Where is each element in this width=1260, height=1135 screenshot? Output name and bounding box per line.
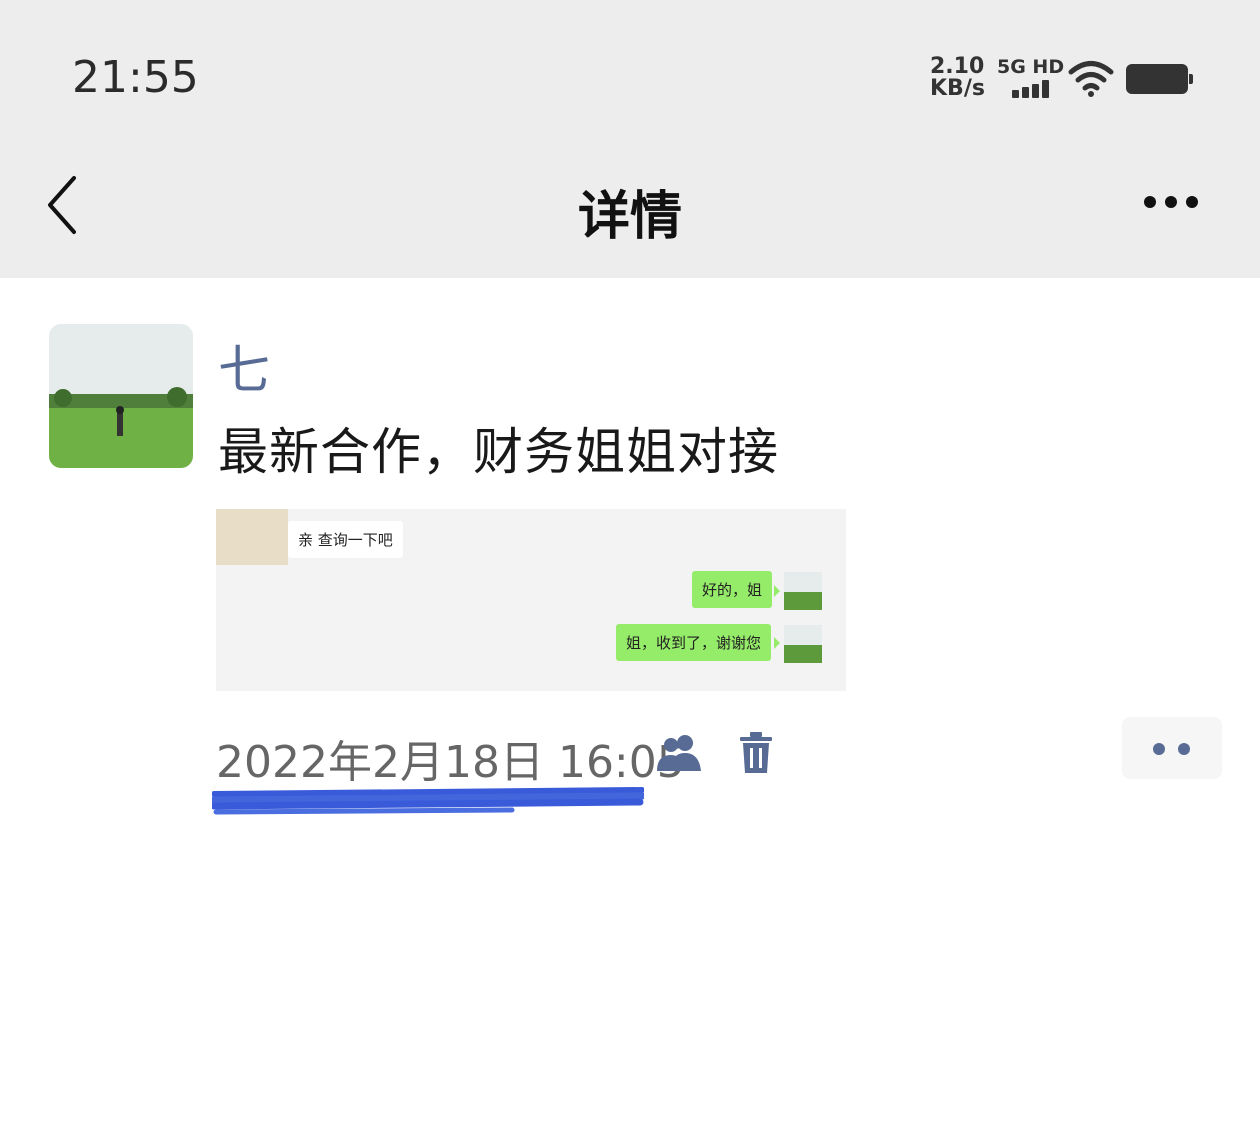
comment-icon-dot	[1153, 743, 1165, 755]
avatar[interactable]	[49, 324, 193, 468]
bubble-tail	[774, 637, 780, 649]
battery-icon	[1126, 64, 1193, 94]
chat-bubble: 姐，收到了，谢谢您	[616, 624, 772, 661]
status-bar: 21:55 2.10 KB/s 5G HD	[0, 0, 1260, 140]
chat-avatar	[784, 572, 822, 610]
network-speed: 2.10 KB/s	[930, 56, 985, 100]
wifi-icon	[1068, 61, 1114, 97]
post-image[interactable]: 亲 查询一下吧 好的，姐 姐，收到了，谢谢您	[216, 509, 846, 691]
more-button[interactable]	[1140, 190, 1202, 214]
scribble-mark	[212, 787, 644, 815]
chat-avatar	[784, 625, 822, 663]
post-timestamp: 2022年2月18日 16:05	[216, 737, 685, 788]
comment-icon-dot	[1178, 743, 1190, 755]
chat-bubble: 好的，姐	[692, 571, 773, 608]
network-type-label: 5G HD	[997, 56, 1065, 78]
chat-avatar	[216, 509, 288, 565]
network-speed-value: 2.10	[930, 54, 985, 79]
trash-icon[interactable]	[738, 731, 774, 775]
network-speed-unit: KB/s	[930, 76, 985, 101]
more-icon-dot	[1165, 196, 1177, 208]
page-title: 详情	[577, 187, 682, 247]
more-icon-dot	[1186, 196, 1198, 208]
more-icon-dot	[1144, 196, 1156, 208]
comment-button[interactable]	[1122, 717, 1222, 779]
post-text: 最新合作，财务姐姐对接	[218, 423, 779, 481]
author-name[interactable]: 七	[218, 328, 270, 403]
chat-bubble: 亲 查询一下吧	[288, 521, 403, 558]
nav-bar: 详情	[0, 140, 1260, 278]
people-icon	[657, 735, 701, 771]
status-time: 21:55	[72, 52, 199, 103]
signal-icon	[1012, 78, 1056, 98]
bubble-tail	[774, 585, 780, 597]
